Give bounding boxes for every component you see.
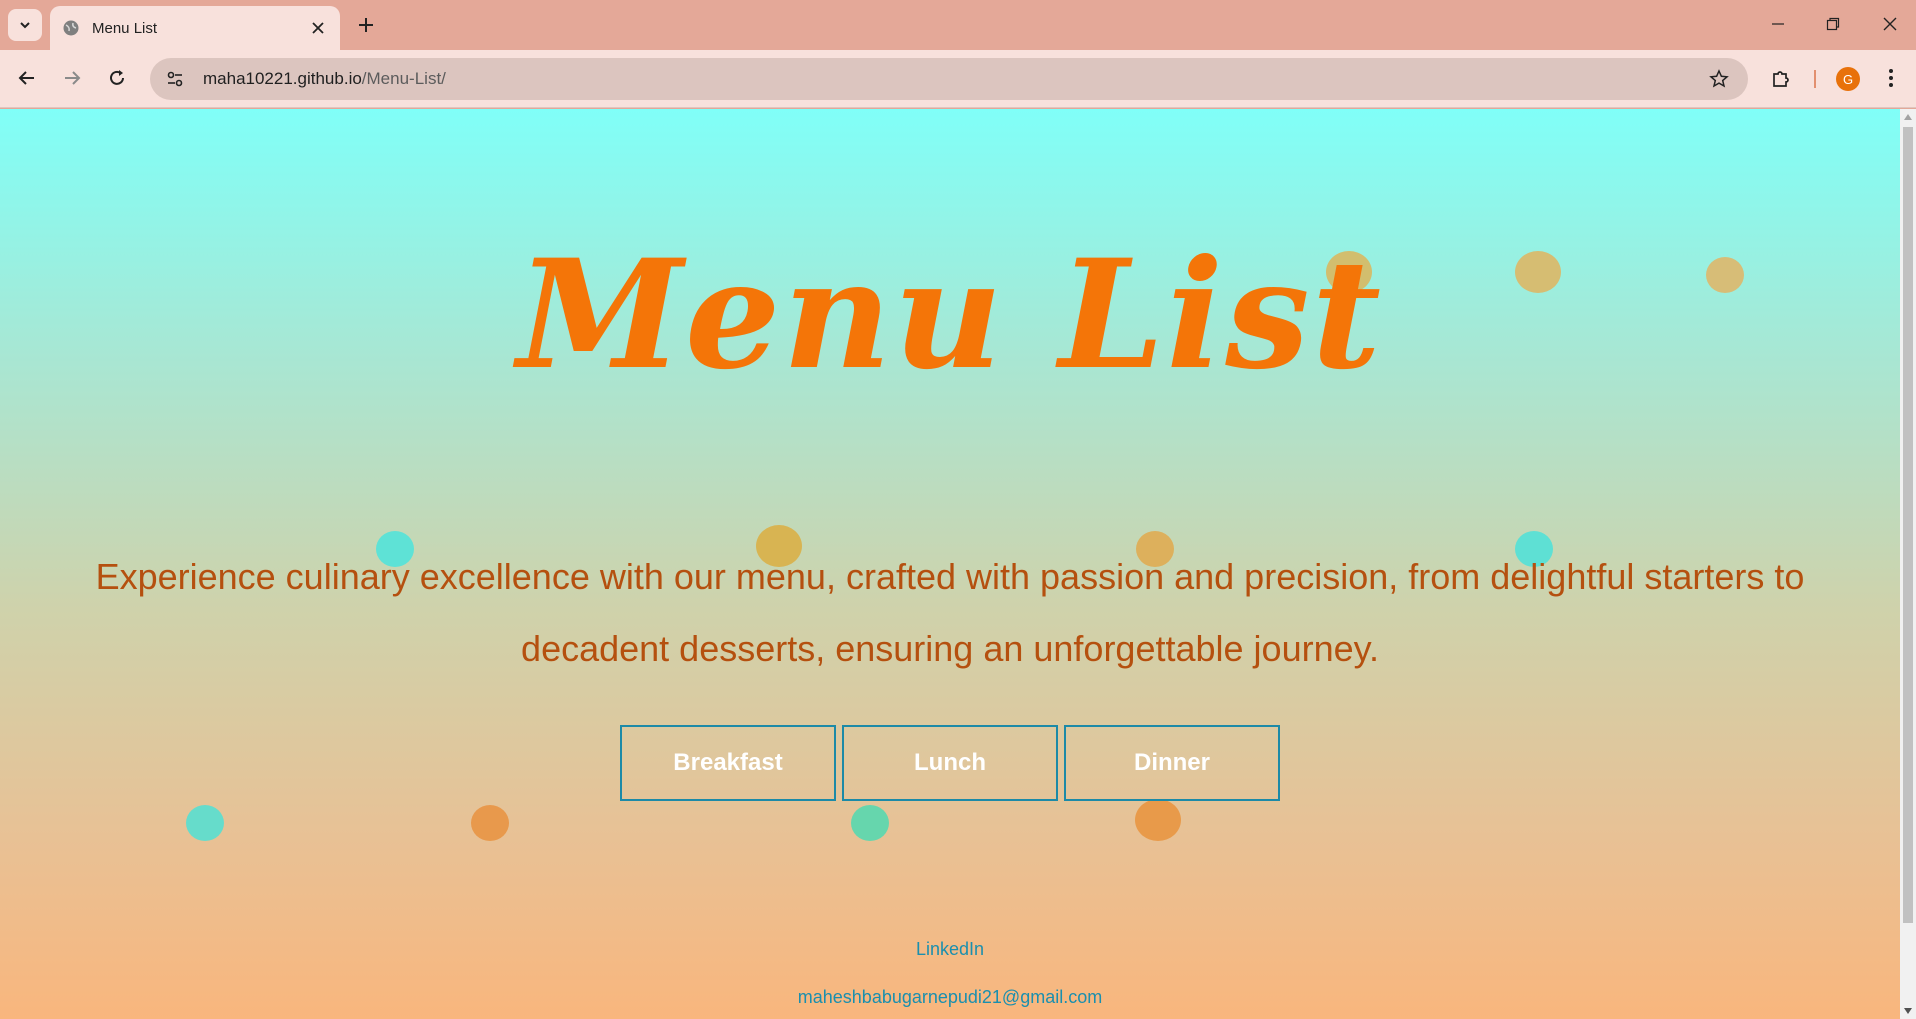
tab-title: Menu List bbox=[92, 19, 158, 37]
tune-icon bbox=[167, 71, 183, 87]
menu-buttons: Breakfast Lunch Dinner bbox=[620, 725, 1280, 801]
restore-icon bbox=[1826, 17, 1840, 31]
address-bar[interactable]: maha10221.github.io/Menu-List/ bbox=[150, 58, 1748, 100]
arrow-left-icon bbox=[18, 71, 34, 85]
tagline: Experience culinary excellence with our … bbox=[95, 556, 1805, 669]
more-vertical-icon bbox=[1889, 69, 1893, 87]
plus-icon bbox=[359, 18, 373, 32]
vertical-scrollbar[interactable] bbox=[1900, 109, 1916, 1019]
close-icon bbox=[1883, 17, 1897, 31]
reload-icon bbox=[110, 70, 124, 85]
close-tab-icon[interactable] bbox=[308, 18, 328, 38]
toolbar-divider bbox=[1814, 70, 1816, 88]
scrollbar-thumb[interactable] bbox=[1903, 127, 1913, 923]
browser-toolbar: maha10221.github.io/Menu-List/ G bbox=[0, 50, 1916, 108]
tab-strip: Menu List bbox=[0, 0, 1916, 50]
url-path: /Menu-List/ bbox=[361, 69, 446, 88]
lunch-button[interactable]: Lunch bbox=[842, 725, 1058, 801]
active-tab[interactable]: Menu List bbox=[50, 6, 340, 50]
email-link[interactable]: maheshbabugarnepudi21@gmail.com bbox=[0, 987, 1900, 1008]
forward-button[interactable] bbox=[55, 61, 89, 95]
decorative-dot bbox=[186, 805, 224, 841]
url-text[interactable]: maha10221.github.io/Menu-List/ bbox=[203, 69, 1702, 89]
new-tab-button[interactable] bbox=[352, 11, 380, 39]
decorative-dot bbox=[851, 805, 889, 841]
scroll-up-icon[interactable] bbox=[1903, 112, 1913, 122]
globe-icon bbox=[62, 19, 80, 37]
decorative-dot bbox=[1135, 799, 1181, 841]
chevron-down-icon bbox=[20, 22, 30, 29]
reload-button[interactable] bbox=[100, 61, 134, 95]
tab-search-button[interactable] bbox=[8, 9, 42, 41]
bookmark-button[interactable] bbox=[1702, 62, 1736, 96]
arrow-right-icon bbox=[65, 71, 81, 85]
scroll-down-icon[interactable] bbox=[1903, 1006, 1913, 1016]
close-window-button[interactable] bbox=[1868, 8, 1912, 40]
breakfast-button[interactable]: Breakfast bbox=[620, 725, 836, 801]
page-viewport: Menu List Experience culinary excellence… bbox=[0, 109, 1900, 1019]
puzzle-icon bbox=[1773, 71, 1789, 87]
restore-button[interactable] bbox=[1811, 8, 1855, 40]
site-info-button[interactable] bbox=[155, 63, 195, 95]
page-title: Menu List bbox=[517, 227, 1383, 403]
decorative-dot bbox=[471, 805, 509, 841]
minimize-icon bbox=[1772, 23, 1784, 25]
star-icon bbox=[1709, 69, 1729, 88]
linkedin-link[interactable]: LinkedIn bbox=[0, 939, 1900, 960]
minimize-button[interactable] bbox=[1756, 8, 1800, 40]
url-host: maha10221.github.io bbox=[203, 69, 362, 88]
back-button[interactable] bbox=[10, 61, 44, 95]
profile-avatar[interactable]: G bbox=[1836, 67, 1860, 91]
dinner-button[interactable]: Dinner bbox=[1064, 725, 1280, 801]
browser-menu-button[interactable] bbox=[1876, 61, 1906, 95]
extensions-button[interactable] bbox=[1764, 61, 1798, 95]
